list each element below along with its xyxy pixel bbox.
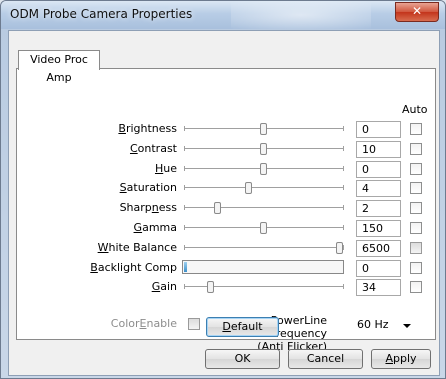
gain-value-field[interactable]: 34: [356, 279, 401, 296]
backlight-comp-auto-checkbox[interactable]: [410, 262, 422, 274]
brightness-slider-start-tick: [184, 126, 185, 131]
white-balance-auto-checkbox[interactable]: [410, 242, 422, 254]
hue-slider[interactable]: [184, 163, 344, 175]
brightness-value-field[interactable]: 0: [356, 121, 401, 138]
gain-label: Gain: [151, 280, 177, 293]
white-balance-slider-start-tick: [184, 245, 185, 250]
backlight-comp-label: Backlight Comp: [90, 261, 177, 274]
powerline-frequency-select[interactable]: 60 Hz: [356, 315, 417, 337]
white-balance-slider[interactable]: [184, 242, 344, 254]
tab-video-proc-amp[interactable]: Video Proc Amp: [18, 50, 100, 84]
apply-button[interactable]: Apply: [371, 349, 431, 369]
gamma-slider-end-tick: [343, 225, 344, 230]
hue-auto-checkbox[interactable]: [410, 163, 422, 175]
brightness-slider-thumb[interactable]: [260, 123, 267, 135]
brightness-auto-checkbox[interactable]: [410, 123, 422, 135]
properties-window: ODM Probe Camera Properties ✕ Video Proc…: [0, 0, 446, 379]
contrast-slider[interactable]: [184, 143, 344, 155]
white-balance-slider-end-tick: [343, 245, 344, 250]
saturation-slider-track: [184, 187, 344, 188]
close-icon: ✕: [411, 4, 423, 18]
gain-auto-checkbox[interactable]: [410, 281, 422, 293]
hue-slider-start-tick: [184, 166, 185, 171]
title-bar[interactable]: ODM Probe Camera Properties ✕: [1, 1, 445, 29]
gamma-value-field[interactable]: 150: [356, 220, 401, 237]
sharpness-slider-thumb[interactable]: [214, 202, 221, 214]
cancel-button-label: Cancel: [306, 352, 345, 365]
backlight-comp-value-field[interactable]: 0: [356, 260, 401, 277]
sharpness-value-field[interactable]: 2: [356, 200, 401, 217]
contrast-slider-end-tick: [343, 146, 344, 151]
close-button[interactable]: ✕: [395, 2, 439, 22]
powerline-selected-value: 60 Hz: [357, 318, 389, 331]
brightness-label: Brightness: [118, 122, 177, 135]
color-enable-checkbox[interactable]: [188, 318, 200, 330]
color-enable-label-text: ColorEnable: [110, 317, 177, 330]
gain-slider-thumb[interactable]: [207, 281, 214, 293]
saturation-slider-start-tick: [184, 185, 185, 190]
sharpness-label: Sharpness: [119, 201, 177, 214]
gain-slider-end-tick: [343, 284, 344, 289]
default-button[interactable]: Default: [206, 317, 279, 337]
white-balance-label: White Balance: [97, 241, 177, 254]
saturation-auto-checkbox[interactable]: [410, 182, 422, 194]
color-enable-label: ColorEnable: [17, 317, 177, 330]
backlight-comp-bar[interactable]: [182, 260, 344, 274]
ok-button-label: OK: [234, 352, 251, 365]
contrast-slider-start-tick: [184, 146, 185, 151]
gamma-auto-checkbox[interactable]: [410, 222, 422, 234]
video-proc-amp-panel: Auto Brightness 0 Contrast 10 Hue 0 Saturation…: [16, 68, 436, 353]
title-bar-glow: [231, 1, 371, 29]
gain-slider[interactable]: [184, 281, 344, 293]
default-button-label: Default: [222, 320, 263, 333]
brightness-slider[interactable]: [184, 123, 344, 135]
window-title: ODM Probe Camera Properties: [10, 7, 193, 21]
sharpness-slider[interactable]: [184, 202, 344, 214]
sharpness-slider-start-tick: [184, 205, 185, 210]
sharpness-slider-track: [184, 207, 344, 208]
gamma-label: Gamma: [133, 221, 177, 234]
dialog-body: Video Proc Amp Auto Brightness 0 Contrast 1…: [8, 30, 440, 376]
contrast-slider-thumb[interactable]: [260, 143, 267, 155]
cancel-button[interactable]: Cancel: [288, 349, 363, 369]
saturation-slider[interactable]: [184, 182, 344, 194]
hue-value-field[interactable]: 0: [356, 161, 401, 178]
sharpness-slider-end-tick: [343, 205, 344, 210]
brightness-slider-end-tick: [343, 126, 344, 131]
auto-column-header: Auto: [402, 103, 428, 116]
hue-slider-end-tick: [343, 166, 344, 171]
contrast-label: Contrast: [129, 142, 177, 155]
contrast-auto-checkbox[interactable]: [410, 143, 422, 155]
gain-slider-start-tick: [184, 284, 185, 289]
hue-label: Hue: [154, 162, 177, 175]
gamma-slider[interactable]: [184, 222, 344, 234]
white-balance-slider-thumb[interactable]: [336, 242, 343, 254]
gamma-slider-start-tick: [184, 225, 185, 230]
apply-button-label: Apply: [385, 352, 417, 365]
ok-button[interactable]: OK: [205, 349, 280, 369]
contrast-value-field[interactable]: 10: [356, 141, 401, 158]
saturation-slider-thumb[interactable]: [245, 182, 252, 194]
sharpness-auto-checkbox[interactable]: [410, 202, 422, 214]
hue-slider-thumb[interactable]: [260, 163, 267, 175]
gamma-slider-thumb[interactable]: [260, 222, 267, 234]
saturation-slider-end-tick: [343, 185, 344, 190]
saturation-label: Saturation: [119, 181, 177, 194]
backlight-comp-bar-fill: [184, 262, 187, 272]
white-balance-slider-track: [184, 247, 344, 248]
chevron-down-icon: [403, 324, 411, 328]
saturation-value-field[interactable]: 4: [356, 180, 401, 197]
white-balance-value-field[interactable]: 6500: [356, 240, 401, 257]
